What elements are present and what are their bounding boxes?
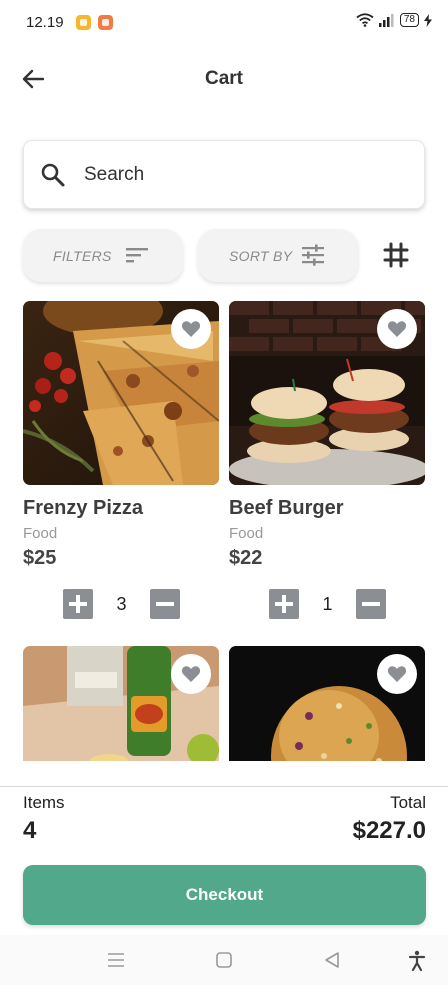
wifi-icon [356,13,374,27]
items-count: 4 [23,817,37,844]
filter-lines-icon [126,248,148,263]
product-image [229,646,425,761]
charging-icon [424,13,432,27]
favorite-button[interactable] [377,654,417,694]
product-price: $25 [23,547,57,569]
quantity-value: 1 [322,594,333,614]
quantity-value: 3 [116,594,127,614]
sliders-icon [302,244,324,266]
status-time: 12.19 [26,14,64,31]
page-title: Cart [204,68,243,89]
product-name: Frenzy Pizza [23,497,144,519]
sort-label: SORT BY [229,247,293,264]
filters-label: FILTERS [53,247,112,264]
notification-app-icon [76,15,91,30]
quantity-stepper: 1 [269,589,386,619]
battery-indicator: 78 [399,13,419,27]
items-label: Items [23,793,65,812]
product-category: Food [229,525,264,542]
product-image [23,646,219,761]
heart-icon [181,321,201,337]
product-price: $22 [229,547,263,569]
product-image [229,301,425,485]
search-input[interactable]: Search [23,140,425,209]
decrease-quantity-button[interactable] [356,589,386,619]
grid-view-icon[interactable] [382,241,410,269]
status-icons: 78 [356,13,432,27]
total-amount: $227.0 [352,817,426,844]
search-icon [41,163,65,187]
product-category: Food [23,525,58,542]
increase-quantity-button[interactable] [269,589,299,619]
favorite-button[interactable] [171,309,211,349]
menu-icon[interactable] [105,949,127,971]
increase-quantity-button[interactable] [63,589,93,619]
product-card[interactable] [229,646,425,761]
heart-icon [181,666,201,682]
home-square-icon[interactable] [213,949,235,971]
signal-icon [378,13,394,27]
product-card[interactable]: Beef Burger Food $22 1 [229,301,425,631]
app-header: Cart [0,56,448,102]
status-bar: 12.19 78 [0,0,448,44]
back-triangle-icon[interactable] [321,949,343,971]
heart-icon [387,666,407,682]
checkout-button[interactable]: Checkout [23,865,426,925]
system-nav-bar [0,935,448,985]
search-placeholder: Search [84,164,145,185]
product-name: Beef Burger [229,497,344,519]
favorite-button[interactable] [171,654,211,694]
product-card[interactable]: Frenzy Pizza Food $25 3 [23,301,219,631]
total-label: Total [390,793,426,812]
cart-summary: Items Total 4 $227.0 [0,786,448,856]
sort-button[interactable]: SORT BY [198,229,358,282]
notification-app-icon [98,15,113,30]
accessibility-icon[interactable] [406,949,428,971]
quantity-stepper: 3 [63,589,180,619]
heart-icon [387,321,407,337]
product-card[interactable] [23,646,219,761]
product-image [23,301,219,485]
favorite-button[interactable] [377,309,417,349]
decrease-quantity-button[interactable] [150,589,180,619]
filters-button[interactable]: FILTERS [23,229,183,282]
